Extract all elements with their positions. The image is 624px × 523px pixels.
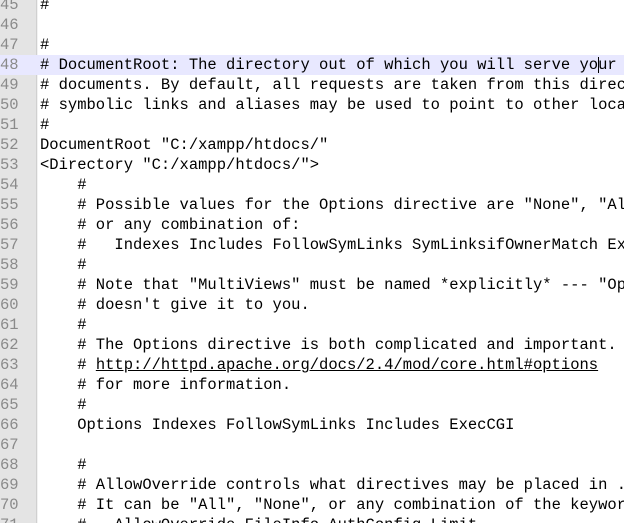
line-number: 70 (0, 496, 19, 514)
code-line[interactable]: 66 Options Indexes FollowSymLinks Includ… (0, 415, 624, 435)
line-number: 53 (0, 156, 19, 174)
code-line[interactable]: 68 # (0, 455, 624, 475)
line-number: 71 (0, 515, 23, 523)
code-line[interactable]: 52 DocumentRoot "C:/xampp/htdocs/" (0, 135, 624, 155)
line-text: DocumentRoot "C:/xampp/htdocs/" (40, 136, 329, 154)
line-text: # (40, 116, 50, 134)
code-line[interactable]: 63 # http://httpd.apache.org/docs/2.4/mo… (0, 355, 624, 375)
line-number: 59 (0, 276, 19, 294)
line-number: 49 (0, 76, 19, 94)
line-text: # (40, 396, 87, 414)
code-line[interactable]: 65 # (0, 395, 624, 415)
line-text: Options Indexes FollowSymLinks Includes … (40, 416, 515, 434)
code-line[interactable]: 59 # Note that "MultiViews" must be name… (0, 275, 624, 295)
line-number: 47 (0, 36, 19, 54)
line-number: 48 (0, 56, 19, 74)
code-lines[interactable]: 45 #46 47 #48 # DocumentRoot: The directory … (0, 0, 624, 523)
line-number: 63 (0, 356, 19, 374)
code-line[interactable]: 69 # AllowOverride controls what directi… (0, 475, 624, 495)
line-text: # symbolic links and aliases may be used… (40, 96, 624, 114)
line-number: 68 (0, 456, 19, 474)
line-number: 64 (0, 376, 19, 394)
code-line[interactable]: 48 # DocumentRoot: The directory out of w… (0, 55, 624, 75)
line-number: 52 (0, 136, 19, 154)
line-text: # (40, 256, 87, 274)
line-number: 60 (0, 296, 19, 314)
line-number: 69 (0, 476, 19, 494)
line-number: 54 (0, 176, 19, 194)
line-text: <Directory "C:/xampp/htdocs/"> (40, 156, 320, 174)
line-number: 50 (0, 96, 19, 114)
code-line[interactable]: 47 # (0, 35, 624, 55)
line-number: 61 (0, 316, 19, 334)
line-number: 66 (0, 416, 19, 434)
code-line[interactable]: 50 # symbolic links and aliases may be us… (0, 95, 624, 115)
code-line[interactable]: 71 # AllowOverride FileInfo AuthConfig L… (0, 515, 624, 523)
line-number: 67 (0, 436, 19, 454)
code-line[interactable]: 57 # Indexes Includes FollowSymLinks Sym… (0, 235, 624, 255)
code-line[interactable]: 55 # Possible values for the Options dir… (0, 195, 624, 215)
line-text: # documents. By default, all requests ar… (40, 76, 624, 94)
code-line[interactable]: 56 # or any combination of: (0, 215, 624, 235)
line-number: 45 (0, 0, 19, 14)
line-text: # for more information. (40, 376, 292, 394)
code-line[interactable]: 45 # (0, 0, 624, 15)
line-text: # (40, 316, 87, 334)
line-number: 58 (0, 256, 19, 274)
code-line[interactable]: 49 # documents. By default, all requests … (0, 75, 624, 95)
code-line[interactable]: 54 # (0, 175, 624, 195)
line-text: # AllowOverride FileInfo AuthConfig Limi… (40, 515, 477, 523)
code-line[interactable]: 70 # It can be "All", "None", or any com… (0, 495, 624, 515)
line-text: # Note that "MultiViews" must be named *… (77, 276, 624, 294)
code-line[interactable]: 67 (0, 435, 624, 455)
line-text: # DocumentRoot: The directory out of whi… (40, 56, 617, 74)
code-line[interactable]: 51 # (0, 115, 624, 135)
line-number: 56 (0, 216, 19, 234)
line-number: 46 (0, 16, 19, 34)
code-line[interactable]: 58 # (0, 255, 624, 275)
line-text: # The Options directive is both complica… (77, 336, 617, 354)
line-text: # Possible values for the Options direct… (40, 196, 624, 214)
code-line[interactable]: 64 # for more information. (0, 375, 624, 395)
line-text: # Indexes Includes FollowSymLinks SymLin… (77, 236, 624, 254)
line-text: # or any combination of: (40, 216, 301, 234)
line-text: # (40, 456, 87, 474)
line-number: 62 (0, 336, 19, 354)
line-number: 55 (0, 196, 19, 214)
code-line[interactable]: 62 # The Options directive is both compl… (0, 335, 624, 355)
line-text: # It can be "All", "None", or any combin… (40, 496, 624, 514)
line-text: # (40, 36, 50, 54)
line-text: # AllowOverride controls what directives… (77, 476, 624, 494)
line-text: # (40, 176, 87, 194)
url-link[interactable]: http://httpd.apache.org/docs/2.4/mod/cor… (96, 356, 598, 374)
code-line[interactable]: 61 # (0, 315, 624, 335)
line-number: 65 (0, 396, 19, 414)
line-text: # doesn't give it to you. (40, 296, 310, 314)
line-text-prefix: # (40, 356, 96, 374)
text-caret (598, 57, 599, 73)
code-line[interactable]: 46 (0, 15, 624, 35)
code-editor[interactable]: 45 #46 47 #48 # DocumentRoot: The directory … (0, 0, 624, 523)
line-number: 51 (0, 116, 19, 134)
line-text: # (40, 0, 50, 14)
code-line[interactable]: 60 # doesn't give it to you. (0, 295, 624, 315)
line-number: 57 (0, 236, 19, 254)
line-text: # http://httpd.apache.org/docs/2.4/mod/c… (40, 355, 598, 375)
code-line[interactable]: 53 <Directory "C:/xampp/htdocs/"> (0, 155, 624, 175)
